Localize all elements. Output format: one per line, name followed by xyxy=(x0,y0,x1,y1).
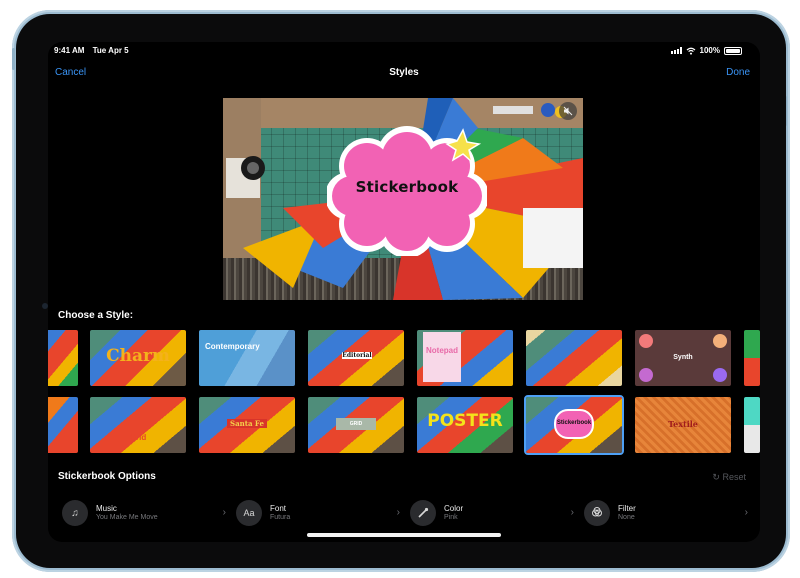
music-note-icon: ♫ xyxy=(62,500,88,526)
style-thumbnail-santa-fe[interactable]: Santa Fe xyxy=(199,397,295,453)
notepad-card xyxy=(423,332,461,382)
reset-icon: ↻ xyxy=(712,472,720,482)
style-label: GRID xyxy=(336,418,376,430)
style-thumbnail-grid[interactable]: Grid xyxy=(90,397,186,453)
option-filter[interactable]: Filter None › xyxy=(584,498,756,528)
style-label: Textile xyxy=(668,419,698,429)
option-value: Pink xyxy=(444,514,458,521)
style-thumbnail-contemporary[interactable]: Contemporary xyxy=(199,330,295,386)
style-thumbnail-notepad[interactable]: Notepad xyxy=(417,330,513,386)
style-label: Synth xyxy=(673,354,693,361)
chevron-right-icon: › xyxy=(744,507,748,518)
chevron-right-icon: › xyxy=(222,507,226,518)
style-thumbnail[interactable] xyxy=(48,330,78,386)
style-label: Santa Fe xyxy=(227,419,267,428)
style-label: Notepad xyxy=(426,346,458,355)
style-label: Contemporary xyxy=(205,342,260,351)
cellular-signal-icon xyxy=(670,47,682,54)
style-thumbnail[interactable] xyxy=(526,330,622,386)
style-label: Grid xyxy=(129,433,147,442)
options-title: Stickerbook Options xyxy=(58,471,156,482)
style-label: POSTER xyxy=(427,411,503,431)
navigation-bar: Cancel Styles Done xyxy=(48,64,760,82)
status-bar: 9:41 AM Tue Apr 5 100% xyxy=(48,42,760,58)
eyedropper-icon xyxy=(410,500,436,526)
home-indicator[interactable] xyxy=(307,533,501,537)
status-time: 9:41 AM xyxy=(54,46,85,55)
style-label: Editorial xyxy=(342,352,372,359)
choose-style-label: Choose a Style: xyxy=(58,310,134,321)
style-thumbnail[interactable] xyxy=(48,397,78,453)
done-button[interactable]: Done xyxy=(726,67,750,78)
option-color[interactable]: Color Pink › xyxy=(410,498,582,528)
font-aa-icon: Aa xyxy=(236,500,262,526)
option-name: Filter xyxy=(618,504,636,513)
side-button xyxy=(12,48,15,70)
option-font[interactable]: Aa Font Futura › xyxy=(236,498,408,528)
style-row: Grid Santa Fe GRID POSTER Stickerbook Te… xyxy=(48,395,760,455)
sticker-title: Stickerbook xyxy=(325,126,489,258)
style-row: Charm Contemporary Editorial Notepad Syn… xyxy=(48,330,760,386)
style-thumbnail-grid-label[interactable]: GRID xyxy=(308,397,404,453)
style-label: Stickerbook xyxy=(556,420,592,426)
page-title: Styles xyxy=(389,67,419,78)
style-label: Charm xyxy=(106,346,170,366)
reset-button[interactable]: ↻ Reset xyxy=(712,472,746,483)
option-name: Font xyxy=(270,504,287,513)
style-thumbnail-synth[interactable]: Synth xyxy=(635,330,731,386)
video-preview[interactable]: Stickerbook xyxy=(223,98,583,300)
style-thumbnail-poster[interactable]: POSTER xyxy=(417,397,513,453)
style-thumbnail-stickerbook[interactable]: Stickerbook xyxy=(524,395,624,455)
reset-label: Reset xyxy=(722,472,746,482)
sticker-text: Stickerbook xyxy=(355,178,459,196)
style-thumbnail[interactable] xyxy=(744,330,760,386)
style-thumbnail[interactable] xyxy=(744,397,760,453)
option-name: Music xyxy=(96,504,117,513)
option-music[interactable]: ♫ Music You Make Me Move › xyxy=(62,498,234,528)
style-thumbnail-charm[interactable]: Charm xyxy=(90,330,186,386)
battery-icon xyxy=(724,46,742,55)
battery-percent: 100% xyxy=(699,46,720,55)
chevron-right-icon: › xyxy=(570,507,574,518)
style-thumbnail-editorial[interactable]: Editorial xyxy=(308,330,404,386)
chevron-right-icon: › xyxy=(396,507,400,518)
filter-circles-icon xyxy=(584,500,610,526)
style-thumbnail-textile[interactable]: Textile xyxy=(635,397,731,453)
option-value: None xyxy=(618,514,635,521)
status-date: Tue Apr 5 xyxy=(92,46,129,55)
screen: 9:41 AM Tue Apr 5 100% Cancel Styles Don… xyxy=(48,42,760,542)
option-value: Futura xyxy=(270,514,291,521)
option-name: Color xyxy=(444,504,464,513)
option-value: You Make Me Move xyxy=(96,514,158,521)
wifi-icon xyxy=(686,47,695,55)
speaker-muted-icon xyxy=(563,106,573,116)
mute-button[interactable] xyxy=(559,102,577,120)
